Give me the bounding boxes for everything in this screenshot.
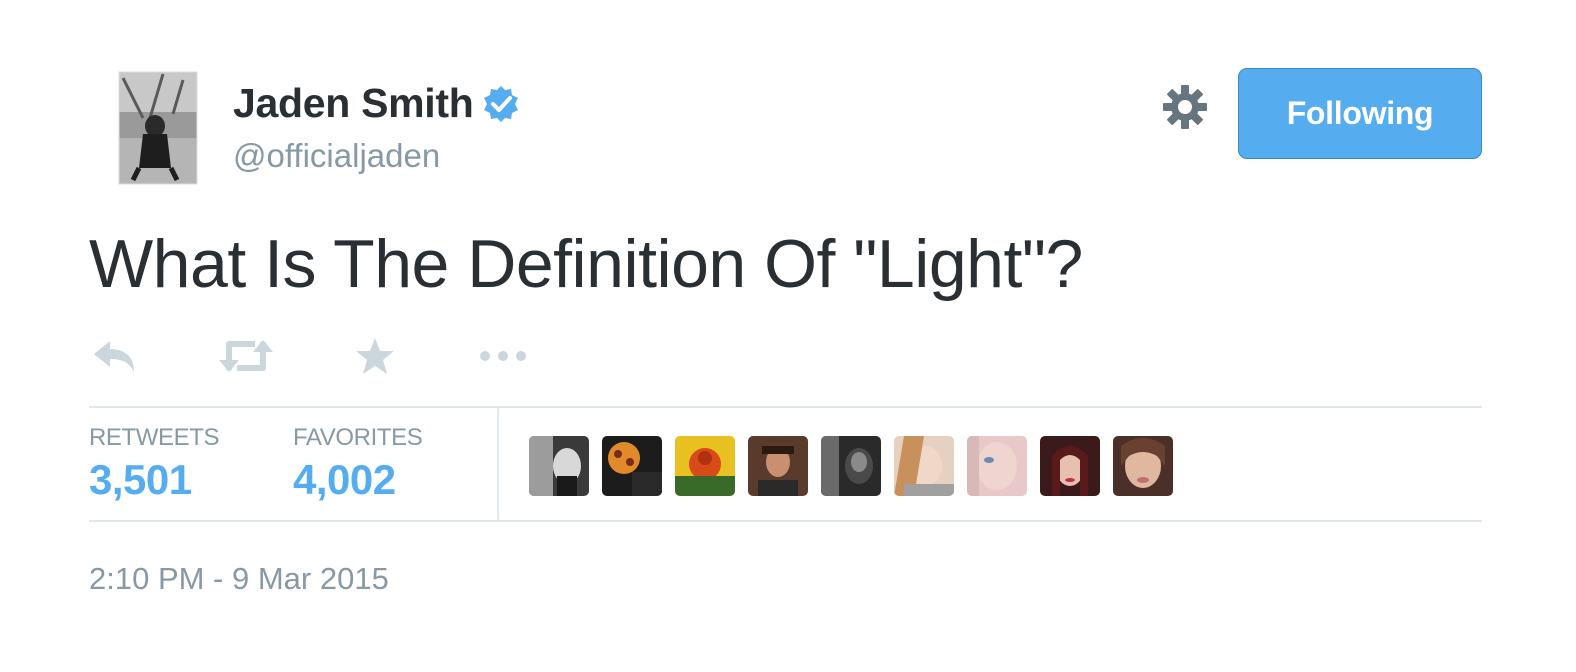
- author-name[interactable]: Jaden Smith: [233, 80, 474, 127]
- favorites-count[interactable]: 4,002: [293, 456, 422, 504]
- favoriter-avatar[interactable]: [894, 436, 954, 496]
- stats-top-divider: [89, 406, 1482, 408]
- retweet-icon[interactable]: [219, 334, 273, 378]
- reply-icon[interactable]: [92, 334, 136, 378]
- retweets-label: RETWEETS: [89, 424, 220, 451]
- author-handle[interactable]: @officialjaden: [233, 137, 440, 175]
- tweet-text: What Is The Definition Of "Light"?: [89, 226, 1083, 302]
- retweets-stat[interactable]: RETWEETS 3,501: [89, 424, 220, 504]
- favorites-label: FAVORITES: [293, 424, 423, 451]
- favoriter-avatar[interactable]: [821, 436, 881, 496]
- retweets-count[interactable]: 3,501: [89, 456, 219, 504]
- favoriter-avatar[interactable]: [1113, 436, 1173, 496]
- ellipsis-icon[interactable]: [479, 334, 529, 378]
- stats-vertical-divider: [497, 408, 499, 520]
- favoriter-avatar[interactable]: [967, 436, 1027, 496]
- favoriter-avatar[interactable]: [529, 436, 589, 496]
- star-icon[interactable]: [355, 334, 395, 378]
- author-avatar[interactable]: [103, 68, 207, 186]
- author-name-block[interactable]: Jaden Smith: [233, 80, 521, 127]
- verified-badge-icon: [481, 84, 521, 124]
- favoriter-avatar[interactable]: [748, 436, 808, 496]
- gear-icon[interactable]: [1160, 82, 1210, 132]
- tweet-timestamp[interactable]: 2:10 PM - 9 Mar 2015: [89, 561, 389, 597]
- stats-bottom-divider: [89, 520, 1482, 522]
- favorites-stat[interactable]: FAVORITES 4,002: [293, 424, 423, 504]
- favoriter-avatar[interactable]: [675, 436, 735, 496]
- favoriters-list: [529, 436, 1173, 496]
- following-button[interactable]: Following: [1238, 68, 1482, 159]
- favoriter-avatar[interactable]: [1040, 436, 1100, 496]
- favoriter-avatar[interactable]: [602, 436, 662, 496]
